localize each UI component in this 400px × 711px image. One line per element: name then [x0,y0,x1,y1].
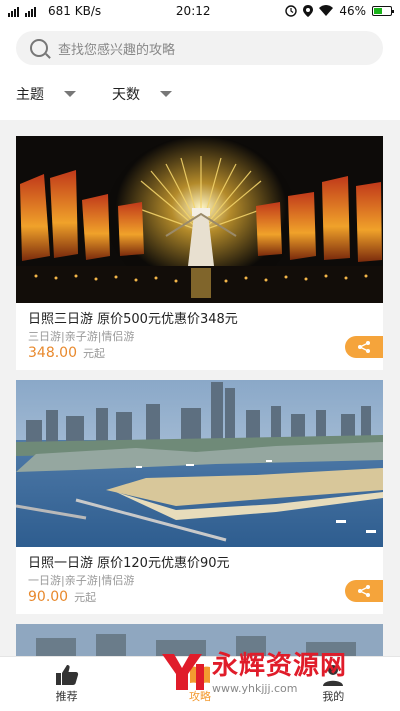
price-value: 90.00 [28,589,69,605]
location-icon [303,5,314,17]
share-button[interactable] [345,336,383,358]
tab-recommend[interactable]: 推荐 [27,664,107,704]
search-icon [30,39,48,57]
guide-card-image [16,136,383,303]
search-placeholder: 查找您感兴趣的攻略 [58,42,176,58]
filter-days-dropdown[interactable]: 天数 [112,84,172,104]
watermark: 永辉资源网 www.yhkjjj.com [158,640,394,700]
status-left: 681 KB/s [8,4,101,18]
status-right: 46% [285,4,394,18]
watermark-title: 永辉资源网 [212,651,348,681]
guide-card-image [16,380,383,547]
caret-down-icon [160,91,172,97]
watermark-text: 永辉资源网 www.yhkjjj.com [212,645,347,695]
watermark-url: www.yhkjjj.com [212,682,298,695]
coastal-city-photo [16,380,383,547]
share-icon [358,585,370,597]
clock: 20:12 [175,4,211,18]
guide-card[interactable]: 日照一日游 原价120元优惠价90元 一日游|亲子游|情侣游 90.00 元起 [16,380,383,614]
guide-card-price: 90.00 元起 [28,589,96,605]
alarm-icon [285,5,298,17]
guide-card-tags: 一日游|亲子游|情侣游 [28,574,135,587]
price-value: 348.00 [28,345,77,361]
watermark-logo-icon [162,654,204,690]
guide-card-price: 348.00 元起 [28,345,105,361]
filter-bar: 主题 天数 [16,84,172,104]
price-unit: 元起 [74,591,97,604]
filter-theme-dropdown[interactable]: 主题 [16,84,76,104]
battery-icon [371,6,394,16]
network-speed: 681 KB/s [48,4,102,18]
night-show-photo [16,136,383,303]
caret-down-icon [64,91,76,97]
wifi-icon [319,5,334,16]
signal-icon [8,7,36,17]
guide-card[interactable]: 日照三日游 原价500元优惠价348元 三日游|亲子游|情侣游 348.00 元… [16,136,383,370]
status-bar: 681 KB/s 20:12 46% [0,0,400,22]
guide-card-tags: 三日游|亲子游|情侣游 [28,330,135,343]
filter-days-label: 天数 [112,87,140,103]
battery-percent: 46% [339,4,366,18]
tab-recommend-label: 推荐 [55,690,78,703]
guide-card-title: 日照一日游 原价120元优惠价90元 [28,556,230,571]
header: 查找您感兴趣的攻略 主题 天数 [0,22,400,120]
thumbs-up-icon [55,665,78,685]
filter-theme-label: 主题 [16,87,44,103]
share-icon [358,341,370,353]
share-button[interactable] [345,580,383,602]
guide-card-title: 日照三日游 原价500元优惠价348元 [28,312,238,327]
guide-list: 日照三日游 原价500元优惠价348元 三日游|亲子游|情侣游 348.00 元… [16,136,383,664]
search-input[interactable]: 查找您感兴趣的攻略 [16,31,383,65]
price-unit: 元起 [83,347,105,360]
